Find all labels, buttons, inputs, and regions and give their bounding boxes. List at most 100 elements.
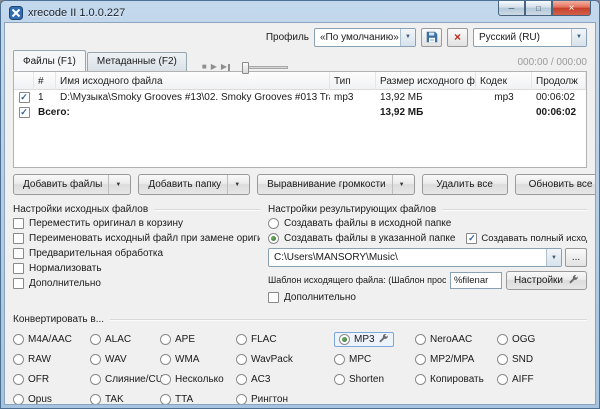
total-checkbox[interactable]: [19, 107, 30, 118]
language-select[interactable]: Русский (RU) ▼: [473, 28, 587, 47]
radio-format-wma[interactable]: WMA: [160, 351, 236, 367]
titlebar[interactable]: xrecode II 1.0.0.227 ─ □ ×: [1, 1, 599, 22]
column-type[interactable]: Тип: [330, 72, 376, 90]
maximize-button[interactable]: □: [525, 1, 552, 16]
radio-output-custom-folder[interactable]: Создавать файлы в указанной папке: [268, 233, 455, 244]
radio-format-snd[interactable]: SND: [497, 351, 587, 367]
app-window: xrecode II 1.0.0.227 ─ □ × Профиль «По у…: [0, 0, 600, 409]
radio-format-neroaac[interactable]: NeroAAC: [415, 331, 497, 347]
radio-circle: [90, 374, 101, 385]
row-checkbox[interactable]: [19, 92, 30, 103]
radio-circle: [160, 374, 171, 385]
delete-profile-button[interactable]: ×: [447, 28, 468, 47]
output-path-select[interactable]: C:\Users\MANSORY\Music\ ▼: [268, 248, 562, 267]
ellipsis-icon: ...: [572, 252, 580, 263]
source-settings: Настройки исходных файлов Переместить ор…: [13, 202, 260, 305]
cell-source-size: 13,92 МБ: [376, 92, 476, 103]
total-size: 13,92 МБ: [376, 107, 476, 118]
radio-format-ac3[interactable]: AC3: [236, 371, 334, 387]
checkbox-box: [466, 233, 477, 244]
total-duration: 00:06:02: [532, 107, 586, 118]
radio-format-merge-cue[interactable]: Слияние/CUE: [90, 371, 160, 387]
cell-type: mp3: [330, 92, 376, 103]
add-files-button[interactable]: Добавить файлы ▼: [13, 174, 131, 195]
column-codec[interactable]: Кодек: [476, 72, 532, 90]
selected-format-box: MP3: [334, 332, 394, 347]
play-icon: ▶: [211, 63, 217, 71]
play-button[interactable]: ▶: [211, 63, 217, 71]
radio-format-multiple[interactable]: Несколько: [160, 371, 236, 387]
save-profile-button[interactable]: [421, 28, 442, 47]
checkbox-rename-source-on-replace[interactable]: Переименовать исходный файл при замене о…: [13, 231, 260, 246]
browse-folder-button[interactable]: ...: [565, 248, 587, 267]
radio-format-mp2-mpa[interactable]: MP2/MPA: [415, 351, 497, 367]
radio-format-wavpack[interactable]: WavPack: [236, 351, 334, 367]
column-source-size[interactable]: Размер исходного файла: [376, 72, 476, 90]
save-icon: [426, 31, 438, 43]
radio-format-copy[interactable]: Копировать: [415, 371, 497, 387]
cell-number: 1: [34, 92, 56, 103]
radio-format-aiff[interactable]: AIFF: [497, 371, 587, 387]
chevron-down-icon[interactable]: ▼: [227, 175, 240, 194]
radio-format-flac[interactable]: FLAC: [236, 331, 334, 347]
table-row[interactable]: 1 D:\Музыка\Smoky Grooves #13\02. Smoky …: [14, 90, 586, 105]
checkbox-preprocessing[interactable]: Предварительная обработка: [13, 246, 260, 261]
radio-format-alac[interactable]: ALAC: [90, 331, 160, 347]
radio-format-mp3[interactable]: MP3: [334, 331, 415, 347]
chevron-down-icon[interactable]: ▼: [571, 29, 586, 46]
refresh-all-button[interactable]: Обновить все: [515, 174, 596, 195]
stop-button[interactable]: ■: [202, 63, 207, 71]
checkbox-normalize[interactable]: Нормализовать: [13, 261, 260, 276]
radio-format-shorten[interactable]: Shorten: [334, 371, 415, 387]
column-source-name[interactable]: Имя исходного файла: [56, 72, 330, 90]
radio-format-wav[interactable]: WAV: [90, 351, 160, 367]
radio-format-opus[interactable]: Opus: [13, 391, 90, 405]
checkbox-box: [268, 292, 279, 303]
radio-format-tta[interactable]: TTA: [160, 391, 236, 405]
total-label: Всего:: [34, 107, 330, 118]
radio-format-mpc[interactable]: MPC: [334, 351, 415, 367]
radio-format-raw[interactable]: RAW: [13, 351, 90, 367]
radio-circle: [497, 334, 508, 345]
filename-template-input[interactable]: %filenar: [450, 272, 502, 289]
checkbox-output-advanced[interactable]: Дополнительно: [268, 290, 587, 305]
format-grid: M4A/AAC ALAC APE FLAC MP3 NeroAAC OGG RA…: [13, 331, 587, 405]
radio-output-source-folder[interactable]: Создавать файлы в исходной папке: [268, 216, 587, 231]
file-table[interactable]: # Имя исходного файла Тип Размер исходно…: [13, 71, 587, 168]
radio-circle: [268, 218, 279, 229]
radio-format-ofr[interactable]: OFR: [13, 371, 90, 387]
tab-metadata[interactable]: Метаданные (F2): [87, 52, 187, 71]
column-number[interactable]: #: [34, 72, 56, 90]
checkbox-source-advanced[interactable]: Дополнительно: [13, 276, 260, 291]
seek-slider[interactable]: [242, 66, 288, 69]
radio-circle: [236, 354, 247, 365]
remove-all-button[interactable]: Удалить все: [422, 174, 508, 195]
table-total-row[interactable]: Всего: 13,92 МБ 00:06:02: [14, 105, 586, 120]
source-settings-title: Настройки исходных файлов: [13, 202, 260, 216]
radio-circle: [236, 394, 247, 405]
checkbox-move-original-to-trash[interactable]: Переместить оригинал в корзину: [13, 216, 260, 231]
next-track-button[interactable]: ▶: [221, 63, 230, 71]
template-settings-button[interactable]: Настройки: [506, 271, 587, 290]
chevron-down-icon[interactable]: ▼: [108, 175, 121, 194]
radio-circle: [497, 374, 508, 385]
radio-format-ogg[interactable]: OGG: [497, 331, 587, 347]
minimize-button[interactable]: ─: [498, 1, 525, 16]
volume-leveling-button[interactable]: Выравнивание громкости ▼: [257, 174, 414, 195]
radio-format-m4a-aac[interactable]: M4A/AAC: [13, 331, 90, 347]
chevron-down-icon[interactable]: ▼: [392, 175, 405, 194]
add-folder-button[interactable]: Добавить папку ▼: [138, 174, 250, 195]
wrench-icon[interactable]: [379, 334, 389, 344]
close-button[interactable]: ×: [552, 1, 591, 16]
radio-format-ringtone[interactable]: Рингтон: [236, 391, 334, 405]
chevron-down-icon[interactable]: ▼: [400, 29, 415, 46]
radio-circle: [497, 354, 508, 365]
checkbox-full-source-path[interactable]: Создавать полный исходный путь: [466, 233, 587, 244]
seek-slider-thumb[interactable]: [242, 62, 249, 74]
chevron-down-icon[interactable]: ▼: [546, 249, 561, 266]
radio-format-tak[interactable]: TAK: [90, 391, 160, 405]
column-duration[interactable]: Продолж: [532, 72, 586, 90]
tab-files[interactable]: Файлы (F1): [13, 50, 86, 71]
radio-format-ape[interactable]: APE: [160, 331, 236, 347]
profile-select[interactable]: «По умолчанию» ▼: [314, 28, 416, 47]
